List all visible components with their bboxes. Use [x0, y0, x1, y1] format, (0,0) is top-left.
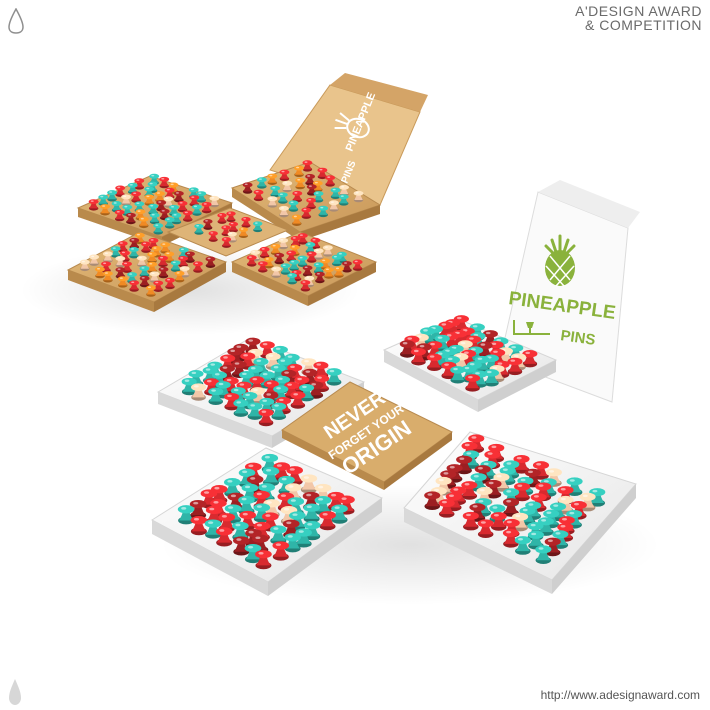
kraft-box-set: PINEAPPLE PINS	[20, 73, 428, 335]
award-logo-icon	[9, 679, 21, 705]
footer-url: http://www.adesignaward.com	[540, 688, 700, 702]
pineapple-pins-scene: PINEAPPLE PINS NEVER FORGET YOUR ORIGIN …	[20, 73, 660, 605]
product-photo: A'DESIGN AWARD & COMPETITION PINEAPPLE P…	[0, 0, 710, 710]
